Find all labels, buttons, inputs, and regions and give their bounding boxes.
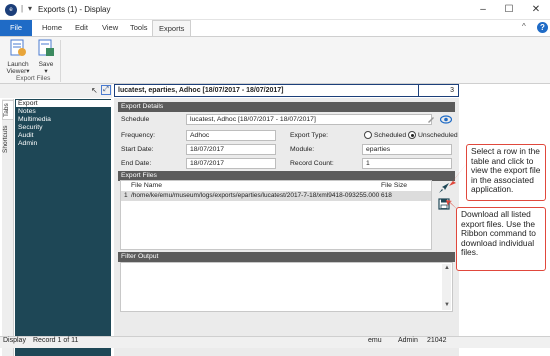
section-filter-output: Filter Output xyxy=(118,252,455,262)
end-date-label: End Date: xyxy=(121,160,152,167)
nav-item-multimedia[interactable]: Multimedia xyxy=(18,116,51,123)
ribbon-group-divider xyxy=(60,40,61,82)
pin-icon[interactable]: ↖ xyxy=(91,86,98,95)
save-button[interactable]: Save ▾ xyxy=(33,39,59,75)
start-date-label: Start Date: xyxy=(121,146,154,153)
module-label: Module: xyxy=(290,146,315,153)
tab-home[interactable]: Home xyxy=(36,20,68,36)
tab-edit[interactable]: Edit xyxy=(69,20,94,36)
schedule-label: Schedule xyxy=(121,116,150,123)
title-separator: | xyxy=(21,4,24,13)
vtab-tabs[interactable]: Tabs xyxy=(2,100,14,120)
column-header-file-name[interactable]: File Name xyxy=(131,182,162,189)
file-name-cell[interactable]: /home/ke/emu/museum/logs/exports/epartie… xyxy=(131,192,379,199)
module-field[interactable]: eparties xyxy=(362,144,452,155)
nav-item-admin[interactable]: Admin xyxy=(18,140,37,147)
schedule-field[interactable]: lucatest, Adhoc [18/07/2017 - 18/07/2017… xyxy=(186,114,432,125)
expand-icon[interactable]: ⤢ xyxy=(101,85,111,95)
status-number: 21042 xyxy=(427,337,447,344)
end-date-field[interactable]: 18/07/2017 xyxy=(186,158,276,169)
record-count-box: 3 xyxy=(418,84,459,97)
status-user: emu xyxy=(368,337,382,344)
scroll-down-icon[interactable]: ▼ xyxy=(444,302,450,308)
launch-viewer-button[interactable]: Launch Viewer▾ xyxy=(5,39,31,75)
record-count-label: Record Count: xyxy=(290,160,334,167)
minimize-button[interactable]: – xyxy=(474,3,492,17)
scheduled-radio[interactable] xyxy=(364,131,372,139)
scroll-up-icon[interactable]: ▲ xyxy=(444,265,450,271)
maximize-button[interactable]: ☐ xyxy=(500,3,518,17)
quick-access-menu-icon[interactable]: ▾ xyxy=(28,4,32,13)
nav-item-export[interactable]: Export xyxy=(16,100,111,107)
section-export-details: Export Details xyxy=(118,102,455,112)
vtab-shortcuts[interactable]: Shortcuts xyxy=(2,122,14,156)
collapse-ribbon-icon[interactable]: ^ xyxy=(522,22,526,31)
row-number: 1 xyxy=(124,192,128,199)
start-date-field[interactable]: 18/07/2017 xyxy=(186,144,276,155)
nav-item-audit[interactable]: Audit xyxy=(18,132,34,139)
tab-file[interactable]: File xyxy=(0,20,33,36)
callout-save-tip: Download all listed export files. Use th… xyxy=(456,207,546,271)
tab-exports[interactable]: Exports xyxy=(152,20,192,36)
tab-tools[interactable]: Tools xyxy=(124,20,154,36)
launch-viewer-icon xyxy=(10,39,26,56)
save-label: Save xyxy=(38,61,54,68)
launch-viewer-caret: ▾ xyxy=(26,68,30,75)
emu-logo-icon[interactable]: e xyxy=(5,4,17,16)
frequency-field[interactable]: Adhoc xyxy=(186,130,276,141)
record-count-field[interactable]: 1 xyxy=(362,158,452,169)
tab-view[interactable]: View xyxy=(96,20,124,36)
view-icon[interactable] xyxy=(440,115,452,124)
scheduled-label: Scheduled xyxy=(374,132,407,139)
unscheduled-label: Unscheduled xyxy=(418,132,458,139)
save-caret: ▾ xyxy=(44,68,48,75)
status-record: Record 1 of 11 xyxy=(33,337,79,344)
unscheduled-radio[interactable] xyxy=(408,131,416,139)
nav-item-notes[interactable]: Notes xyxy=(18,108,36,115)
ribbon-group-label: Export Files xyxy=(16,75,51,82)
close-button[interactable]: ✕ xyxy=(527,3,545,17)
help-icon[interactable]: ? xyxy=(537,22,548,33)
filter-output-box[interactable] xyxy=(120,262,453,312)
file-size-cell[interactable]: 618 xyxy=(381,192,392,199)
column-header-file-size[interactable]: File Size xyxy=(381,182,407,189)
status-group: Admin xyxy=(398,337,418,344)
save-files-icon xyxy=(38,39,54,56)
export-type-label: Export Type: xyxy=(290,132,329,139)
edit-icon[interactable] xyxy=(426,114,436,124)
status-mode: Display xyxy=(3,337,26,344)
nav-item-security[interactable]: Security xyxy=(18,124,43,131)
window-title: Exports (1) - Display xyxy=(38,5,111,14)
callout-launch-tip: Select a row in the table and click to v… xyxy=(466,144,546,201)
frequency-label: Frequency: xyxy=(121,132,156,139)
record-summary: lucatest, eparties, Adhoc [18/07/2017 - … xyxy=(114,84,459,97)
ribbon xyxy=(0,36,550,84)
status-bar xyxy=(0,336,550,348)
